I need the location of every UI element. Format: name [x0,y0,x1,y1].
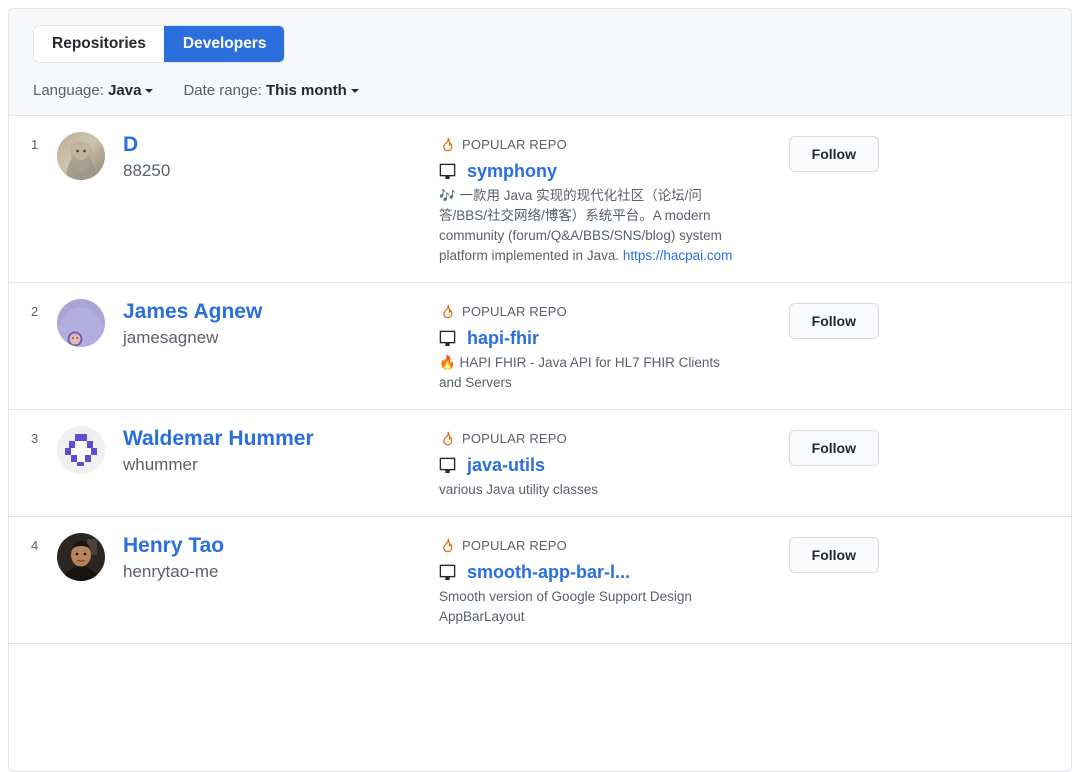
repo-description: Smooth version of Google Support Design … [439,587,739,627]
developer-info: Waldemar Hummer whummer [119,426,439,477]
tab-repositories[interactable]: Repositories [34,26,164,62]
filter-language-value: Java [108,82,141,99]
flame-icon [439,431,455,447]
follow-container: Follow [739,533,879,573]
repo-icon [439,457,456,474]
popular-repo-header: POPULAR REPO [439,537,739,555]
repo-name[interactable]: symphony [467,159,557,183]
repo-link-row[interactable]: smooth-app-bar-l... [439,560,739,584]
avatar[interactable] [57,299,105,347]
follow-button[interactable]: Follow [789,537,879,573]
avatar-container[interactable] [57,132,119,180]
developer-name[interactable]: Henry Tao [123,533,439,559]
follow-container: Follow [739,426,879,466]
flame-icon [439,304,455,320]
developer-info: Henry Tao henrytao-me [119,533,439,584]
developer-login[interactable]: 88250 [123,159,439,183]
popular-repo-header: POPULAR REPO [439,136,739,154]
filter-language[interactable]: Language: Java [33,81,153,101]
trending-card: Repositories Developers Language: Java D… [8,8,1072,772]
card-header: Repositories Developers Language: Java D… [9,9,1071,116]
avatar-container[interactable] [57,426,119,474]
developer-rank: 4 [31,533,57,556]
tab-developers[interactable]: Developers [164,26,285,62]
avatar[interactable] [57,426,105,474]
repo-name[interactable]: java-utils [467,453,545,477]
developer-name[interactable]: James Agnew [123,299,439,325]
follow-container: Follow [739,132,879,172]
avatar[interactable] [57,533,105,581]
popular-repo-block: POPULAR REPO smooth-app-bar-l... Smooth … [439,533,739,627]
developer-login[interactable]: henrytao-me [123,560,439,584]
popular-repo-block: POPULAR REPO hapi-fhir 🔥 HAPI FHIR - Jav… [439,299,739,393]
avatar-image [57,533,105,581]
popular-repo-label: POPULAR REPO [462,136,567,154]
follow-button[interactable]: Follow [789,303,879,339]
repo-link-row[interactable]: java-utils [439,453,739,477]
repo-link-row[interactable]: symphony [439,159,739,183]
developer-row: 3 [9,410,1071,517]
chevron-down-icon [351,89,359,93]
developer-info: D 88250 [119,132,439,183]
trending-developers-page: Repositories Developers Language: Java D… [0,0,1080,772]
avatar-container[interactable] [57,299,119,347]
repo-description-link[interactable]: https://hacpai.com [623,248,733,263]
repo-description: various Java utility classes [439,480,739,500]
filter-date-range-label: Date range: [183,82,261,99]
follow-button[interactable]: Follow [789,430,879,466]
avatar-image [57,132,105,180]
repo-description: 🔥 HAPI FHIR - Java API for HL7 FHIR Clie… [439,353,739,393]
popular-repo-header: POPULAR REPO [439,303,739,321]
follow-container: Follow [739,299,879,339]
popular-repo-label: POPULAR REPO [462,303,567,321]
popular-repo-label: POPULAR REPO [462,430,567,448]
filter-bar: Language: Java Date range: This month [33,81,1047,101]
flame-icon [439,538,455,554]
chevron-down-icon [145,89,153,93]
developer-login[interactable]: whummer [123,453,439,477]
flame-icon [439,137,455,153]
repo-icon [439,564,456,581]
repo-link-row[interactable]: hapi-fhir [439,326,739,350]
repo-description: 🎶 一款用 Java 实现的现代化社区（论坛/问答/BBS/社交网络/博客）系统… [439,186,739,266]
popular-repo-header: POPULAR REPO [439,430,739,448]
popular-repo-block: POPULAR REPO java-utils various Java uti… [439,426,739,500]
repo-icon [439,163,456,180]
avatar-image [57,426,105,474]
popular-repo-label: POPULAR REPO [462,537,567,555]
avatar-image [57,299,105,347]
popular-repo-block: POPULAR REPO symphony 🎶 一款用 Java 实现的现代化社… [439,132,739,266]
developer-rank: 3 [31,426,57,449]
developer-row: 2 James Agnew jamesagnew [9,283,1071,410]
filter-date-range[interactable]: Date range: This month [183,81,358,101]
developer-rank: 1 [31,132,57,155]
repo-icon [439,330,456,347]
avatar[interactable] [57,132,105,180]
developer-rank: 2 [31,299,57,322]
avatar-container[interactable] [57,533,119,581]
developer-row: 1 [9,116,1071,283]
developer-name[interactable]: D [123,132,439,158]
filter-language-label: Language: [33,82,104,99]
repo-name[interactable]: hapi-fhir [467,326,539,350]
filter-date-range-value: This month [266,82,347,99]
developer-info: James Agnew jamesagnew [119,299,439,350]
developer-login[interactable]: jamesagnew [123,326,439,350]
follow-button[interactable]: Follow [789,136,879,172]
repo-name[interactable]: smooth-app-bar-l... [467,560,630,584]
developer-row: 4 Henry Tao henryta [9,517,1071,644]
tab-group[interactable]: Repositories Developers [33,25,285,63]
developer-name[interactable]: Waldemar Hummer [123,426,439,452]
